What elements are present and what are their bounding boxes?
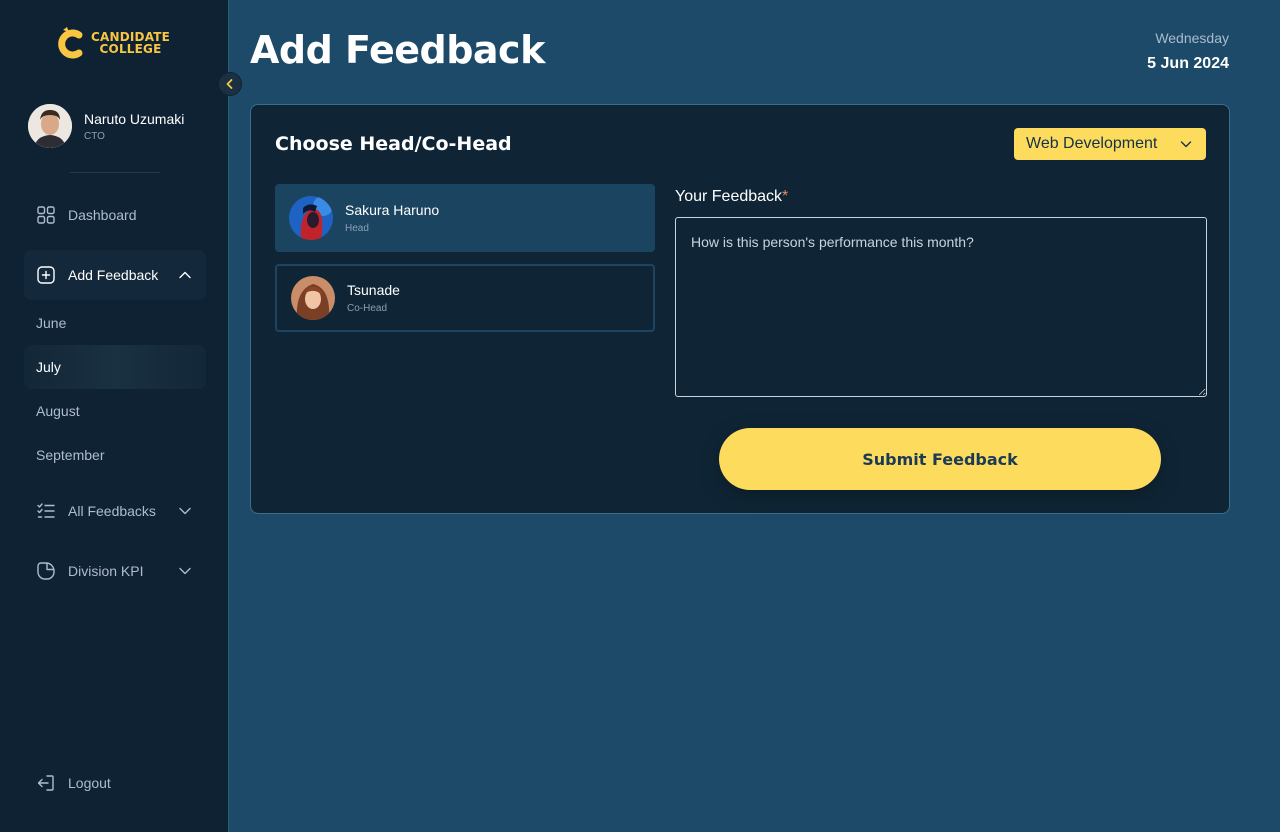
feedback-label-text: Your Feedback [675,188,783,205]
required-marker: * [782,188,789,205]
logout-button[interactable]: Logout [24,758,206,808]
sidebar-subitem-september[interactable]: September [24,433,206,477]
chevron-left-icon [226,79,233,89]
user-profile[interactable]: Naruto Uzumaki CTO [28,104,184,148]
candidate-college-logo-icon [58,27,83,59]
user-name: Naruto Uzumaki [84,110,185,127]
sidebar-subitem-august[interactable]: August [24,389,206,433]
sidebar: CANDIDATE COLLEGE Naruto Uzumaki CTO Das… [0,0,229,832]
sidebar-subitem-june[interactable]: June [24,301,206,345]
sidebar-item-label: Logout [68,775,111,791]
person-role: Head [345,223,369,234]
person-name: Tsunade [347,282,400,298]
sidebar-item-label: Division KPI [68,563,144,579]
pie-chart-icon [37,562,55,580]
date-text: 5 Jun 2024 [1147,55,1229,72]
person-role: Co-Head [347,303,388,314]
date-display: Wednesday 5 Jun 2024 [1147,30,1229,73]
chevron-down-icon [179,567,191,575]
chevron-up-icon [179,271,191,279]
sidebar-divider [70,172,160,173]
logout-icon [37,775,54,791]
person-option-tsunade[interactable]: Tsunade Co-Head [275,264,655,332]
user-role: CTO [84,130,105,142]
sidebar-item-all-feedbacks[interactable]: All Feedbacks [24,486,206,536]
page-title: Add Feedback [250,28,545,72]
sidebar-subitem-july[interactable]: July [24,345,206,389]
person-avatar [289,196,333,240]
sidebar-item-label: Dashboard [68,207,137,223]
brand-wordmark: CANDIDATE COLLEGE [91,30,171,56]
chevron-down-icon [1180,141,1192,148]
collapse-sidebar-button[interactable] [218,72,242,96]
person-option-sakura-haruno[interactable]: Sakura Haruno Head [275,184,655,252]
sidebar-item-label: Add Feedback [68,267,159,283]
feedback-label: Your Feedback* [675,188,788,206]
user-avatar [28,104,72,148]
submit-feedback-button[interactable]: Submit Feedback [719,428,1161,490]
feedback-card: Choose Head/Co-Head Web Development Saku… [250,104,1230,514]
plus-square-icon [37,266,55,284]
person-name: Sakura Haruno [345,202,440,218]
division-select[interactable]: Web Development [1014,128,1206,160]
feedback-textarea[interactable] [675,217,1207,397]
weekday-text: Wednesday [1155,30,1229,46]
sidebar-item-division-kpi[interactable]: Division KPI [24,546,206,596]
sidebar-item-label: All Feedbacks [68,503,156,519]
chevron-down-icon [179,507,191,515]
division-select-value: Web Development [1026,135,1158,152]
sidebar-item-dashboard[interactable]: Dashboard [24,190,206,240]
brand-logo[interactable]: CANDIDATE COLLEGE [57,24,170,62]
sidebar-item-add-feedback[interactable]: Add Feedback [24,250,206,300]
card-title: Choose Head/Co-Head [275,133,512,155]
grid-icon [37,206,55,224]
checklist-icon [37,503,55,518]
person-avatar [291,276,335,320]
